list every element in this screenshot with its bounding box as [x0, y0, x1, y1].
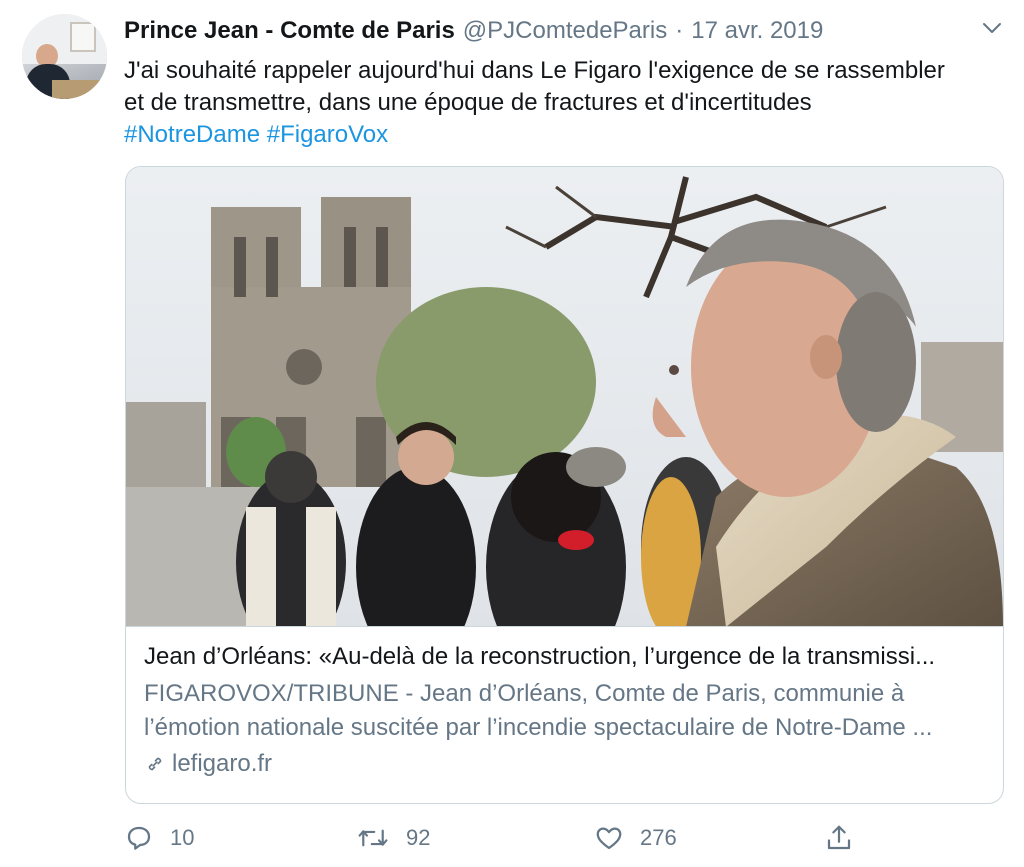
- share-icon: [827, 825, 851, 850]
- card-photo: [126, 167, 1003, 626]
- link-icon: [148, 757, 162, 771]
- tweet-text-line: et de transmettre, dans une époque de fr…: [124, 89, 812, 116]
- author-handle[interactable]: @PJComtedeParis: [463, 17, 667, 45]
- separator: ·: [675, 17, 684, 44]
- retweet-count: 92: [406, 825, 431, 850]
- tweet-actions: 10 92 276: [124, 818, 864, 858]
- avatar[interactable]: [22, 14, 107, 99]
- card-description-line: l’émotion nationale suscitée par l’incen…: [144, 714, 933, 741]
- tweet-text-line: J'ai souhaité rappeler aujourd'hui dans …: [124, 57, 945, 84]
- card-image[interactable]: [126, 167, 1003, 627]
- tweet-text: J'ai souhaité rappeler aujourd'hui dans …: [124, 55, 1004, 151]
- tweet-header: Prince Jean - Comte de Paris @PJComtedeP…: [124, 15, 994, 47]
- card-description: FIGAROVOX/TRIBUNE - Jean d’Orléans, Comt…: [144, 677, 984, 745]
- hashtag-link[interactable]: #NotreDame: [124, 121, 260, 148]
- like-count: 276: [640, 825, 677, 850]
- like-button[interactable]: 276: [594, 818, 677, 858]
- reply-button[interactable]: 10: [124, 818, 194, 858]
- card-title[interactable]: Jean d’Orléans: «Au-delà de la reconstru…: [144, 641, 984, 673]
- link-card[interactable]: Jean d’Orléans: «Au-delà de la reconstru…: [125, 166, 1004, 804]
- tweet-date[interactable]: 17 avr. 2019: [691, 17, 823, 45]
- chevron-down-icon[interactable]: [980, 16, 1004, 40]
- reply-count: 10: [170, 825, 195, 850]
- heart-icon: [596, 827, 622, 850]
- reply-icon: [127, 826, 151, 850]
- card-domain[interactable]: lefigaro.fr: [144, 749, 984, 779]
- retweet-icon: [358, 829, 388, 847]
- share-button[interactable]: [824, 818, 870, 858]
- card-domain-text: lefigaro.fr: [172, 750, 273, 777]
- author-name[interactable]: Prince Jean - Comte de Paris: [124, 17, 455, 45]
- card-body: Jean d’Orléans: «Au-delà de la reconstru…: [144, 641, 984, 779]
- card-description-line: FIGAROVOX/TRIBUNE - Jean d’Orléans, Comt…: [144, 680, 905, 707]
- tweet: Prince Jean - Comte de Paris @PJComtedeP…: [0, 0, 1024, 867]
- hashtag-link[interactable]: #FigaroVox: [267, 121, 388, 148]
- retweet-button[interactable]: 92: [356, 818, 430, 858]
